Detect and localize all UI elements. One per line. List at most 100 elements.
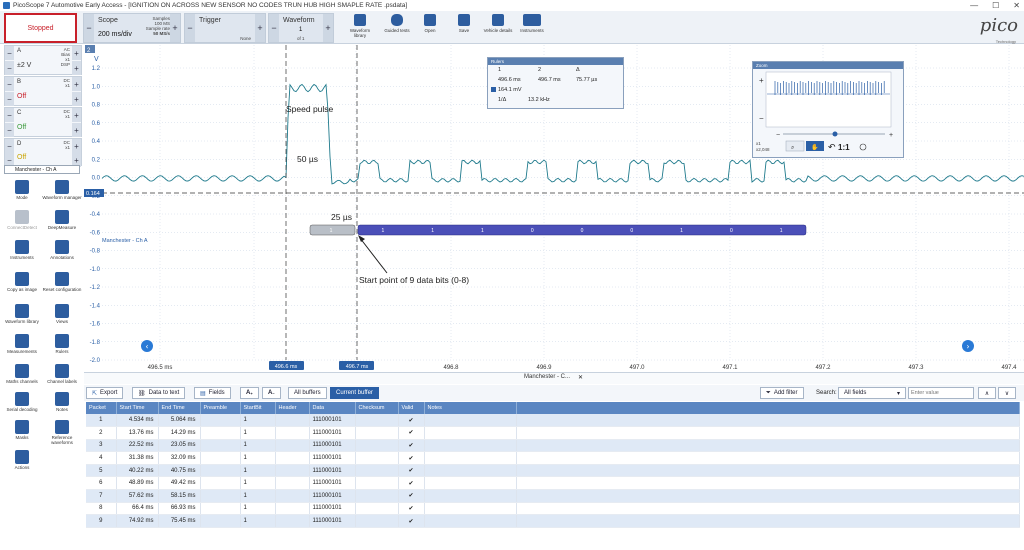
table-cell: 1 bbox=[240, 426, 276, 440]
connectdetect-tool[interactable]: ConnectDetect bbox=[2, 210, 42, 230]
decoder-start-bit[interactable] bbox=[309, 224, 356, 236]
all-buffers-button[interactable]: All buffers bbox=[288, 387, 327, 399]
timebase-value[interactable]: 200 ms/div bbox=[98, 31, 132, 38]
table-row[interactable]: 1 4.534 ms 5.064 ms 1 111000101 ✔ bbox=[86, 414, 1020, 428]
instruments-button[interactable]: Instruments bbox=[517, 14, 547, 42]
rulers-tool[interactable]: Rulers bbox=[42, 334, 82, 354]
table-row[interactable]: 7 57.62 ms 58.15 ms 1 111000101 ✔ bbox=[86, 489, 1020, 503]
instruments-tool[interactable]: Instruments bbox=[2, 240, 42, 260]
serial-decoding-tool[interactable]: Serial decoding bbox=[2, 392, 42, 412]
table-row[interactable]: 8 66.4 ms 66.93 ms 1 111000101 ✔ bbox=[86, 502, 1020, 516]
column-header[interactable]: Packet bbox=[86, 402, 117, 414]
guided-tests-button[interactable]: Guided tests bbox=[382, 14, 412, 42]
close-icon[interactable]: ✕ bbox=[1013, 1, 1020, 10]
zoom-overview-window[interactable]: Zoom + − − + x1 x2,048 ⌕ ✋ ↶ 1:1 bbox=[752, 61, 904, 158]
table-cell bbox=[424, 464, 517, 478]
column-header[interactable]: StartBit bbox=[240, 402, 276, 414]
annotations-tool[interactable]: Annotations bbox=[42, 240, 82, 260]
scope-view[interactable]: 1.21.00.80.60.40.20.0-0.2-0.4-0.6-0.8-1.… bbox=[84, 45, 1024, 370]
svg-text:−[interactable]: − bbox=[776, 132, 780, 139]
decoder-bit-value: 1 bbox=[381, 228, 384, 234]
waveform-prev-button[interactable]: − bbox=[269, 14, 279, 42]
run-stop-button[interactable]: Stopped bbox=[4, 13, 77, 43]
zoom-in-icon[interactable]: + bbox=[759, 76, 764, 85]
reference-waveforms-tool[interactable]: Reference waveforms bbox=[42, 420, 82, 445]
table-row[interactable]: 4 31.38 ms 32.09 ms 1 111000101 ✔ bbox=[86, 451, 1020, 465]
actions-tool[interactable]: Actions bbox=[2, 450, 42, 470]
copy-as-image-tool[interactable]: Copy as image bbox=[2, 272, 42, 292]
table-row[interactable]: 6 48.89 ms 49.42 ms 1 111000101 ✔ bbox=[86, 476, 1020, 491]
search-scope-select[interactable]: All fields ▾ bbox=[838, 387, 906, 399]
measurements-tool[interactable]: Measurements bbox=[2, 334, 42, 354]
column-header[interactable]: Preamble bbox=[200, 402, 241, 414]
decoder-bit-value: 1 bbox=[481, 228, 484, 234]
svg-text:+[interactable]: + bbox=[889, 132, 893, 139]
channel-labels-tool[interactable]: Channel labels bbox=[42, 364, 82, 384]
waveform-next-button[interactable]: + bbox=[323, 14, 333, 42]
column-header[interactable]: Start Time bbox=[116, 402, 159, 414]
column-header[interactable]: Valid bbox=[398, 402, 425, 414]
current-buffer-button[interactable]: Current buffer bbox=[330, 387, 379, 399]
decoder-table[interactable]: Packet Start Time End Time Preamble StartBit… bbox=[86, 402, 1020, 550]
data-to-text-button[interactable]: ⛓ Data to text bbox=[132, 387, 186, 399]
column-header[interactable]: Notes bbox=[424, 402, 517, 414]
mode-tool[interactable]: Mode bbox=[2, 180, 42, 200]
maths-channels-tool[interactable]: Maths channels bbox=[2, 364, 42, 384]
table-row[interactable]: 9 74.92 ms 75.45 ms 1 111000101 ✔ bbox=[86, 514, 1020, 528]
column-header[interactable]: Data bbox=[309, 402, 356, 414]
masks-tool[interactable]: Masks bbox=[2, 420, 42, 440]
add-filter-button[interactable]: ⏷ Add filter bbox=[760, 387, 804, 399]
search-input[interactable] bbox=[908, 387, 974, 399]
trigger-plus-button[interactable]: + bbox=[255, 14, 265, 42]
channel-b[interactable]: − − B DC x1 Off + + bbox=[4, 76, 82, 106]
decoder-channel-select[interactable]: Manchester - Ch A bbox=[4, 165, 80, 174]
trigger-minus-button[interactable]: − bbox=[185, 14, 195, 42]
table-cell bbox=[275, 464, 310, 478]
column-header[interactable]: End Time bbox=[158, 402, 201, 414]
views-tool[interactable]: Views bbox=[42, 304, 82, 324]
decoder-bit-value: 0 bbox=[531, 228, 534, 234]
column-header[interactable]: Header bbox=[275, 402, 310, 414]
table-cell: 111000101 bbox=[309, 439, 356, 453]
tab-close-icon[interactable]: ✕ bbox=[578, 374, 583, 381]
font-increase-button[interactable]: A + bbox=[240, 387, 259, 399]
column-header[interactable]: Checksum bbox=[355, 402, 399, 414]
zoom-slider-thumb[interactable] bbox=[832, 131, 838, 137]
channel-c[interactable]: − − C DC x1 Off + + bbox=[4, 107, 82, 137]
timebase-minus-button[interactable]: − bbox=[84, 14, 94, 42]
open-button[interactable]: Open bbox=[415, 14, 445, 42]
font-decrease-button[interactable]: A − bbox=[262, 387, 281, 399]
speed-pulse-annotation: Speed pulse bbox=[286, 104, 334, 114]
fields-button[interactable]: ▤ Fields bbox=[194, 387, 231, 399]
rulers-window[interactable]: Rulers 1 2 Δ 496.6 ms 496.7 ms 75.77 µs … bbox=[487, 57, 624, 109]
minimize-icon[interactable]: — bbox=[970, 1, 978, 10]
maximize-icon[interactable]: ☐ bbox=[992, 1, 999, 10]
waveform-library-tool[interactable]: Waveform library bbox=[2, 304, 42, 324]
export-button[interactable]: ⇱ Export bbox=[86, 387, 124, 399]
channel-d[interactable]: − − D DC x1 Off + + bbox=[4, 138, 82, 167]
save-button[interactable]: Save bbox=[449, 14, 479, 42]
vehicle-details-button[interactable]: Vehicle details bbox=[483, 14, 513, 42]
table-row[interactable]: 3 22.52 ms 23.05 ms 1 111000101 ✔ bbox=[86, 439, 1020, 453]
trigger-mode[interactable]: None bbox=[240, 36, 251, 41]
hand-icon: ✋ bbox=[811, 143, 818, 151]
table-row[interactable]: 2 13.76 ms 14.29 ms 1 111000101 ✔ bbox=[86, 426, 1020, 440]
search-up-button[interactable]: ∧ bbox=[978, 387, 996, 399]
reset-zoom-icon[interactable]: ↶ bbox=[828, 142, 836, 152]
table-row[interactable]: 5 40.22 ms 40.75 ms 1 111000101 ✔ bbox=[86, 464, 1020, 478]
tab-manchester[interactable]: Manchester - C... bbox=[524, 374, 570, 380]
waveform-library-button[interactable]: Waveform library bbox=[345, 14, 375, 42]
info-icon[interactable] bbox=[859, 143, 867, 151]
deepmeasure-tool[interactable]: DeepMeasure bbox=[42, 210, 82, 230]
reset-configuration-tool[interactable]: Reset configuration bbox=[42, 272, 82, 292]
search-down-button[interactable]: ∨ bbox=[998, 387, 1016, 399]
table-cell bbox=[275, 476, 310, 491]
notes-tool[interactable]: Notes bbox=[42, 392, 82, 412]
table-cell bbox=[275, 502, 310, 516]
zoom-out-icon[interactable]: − bbox=[759, 114, 764, 123]
zoom-ratio[interactable]: 1:1 bbox=[838, 143, 850, 152]
waveform-manager-tool[interactable]: Waveform manager bbox=[42, 180, 82, 200]
channel-a[interactable]: − − A AC Bias x1 DSP ±2 V + + bbox=[4, 45, 82, 75]
zoom-tool-button[interactable] bbox=[785, 140, 805, 152]
timebase-plus-button[interactable]: + bbox=[170, 14, 180, 42]
